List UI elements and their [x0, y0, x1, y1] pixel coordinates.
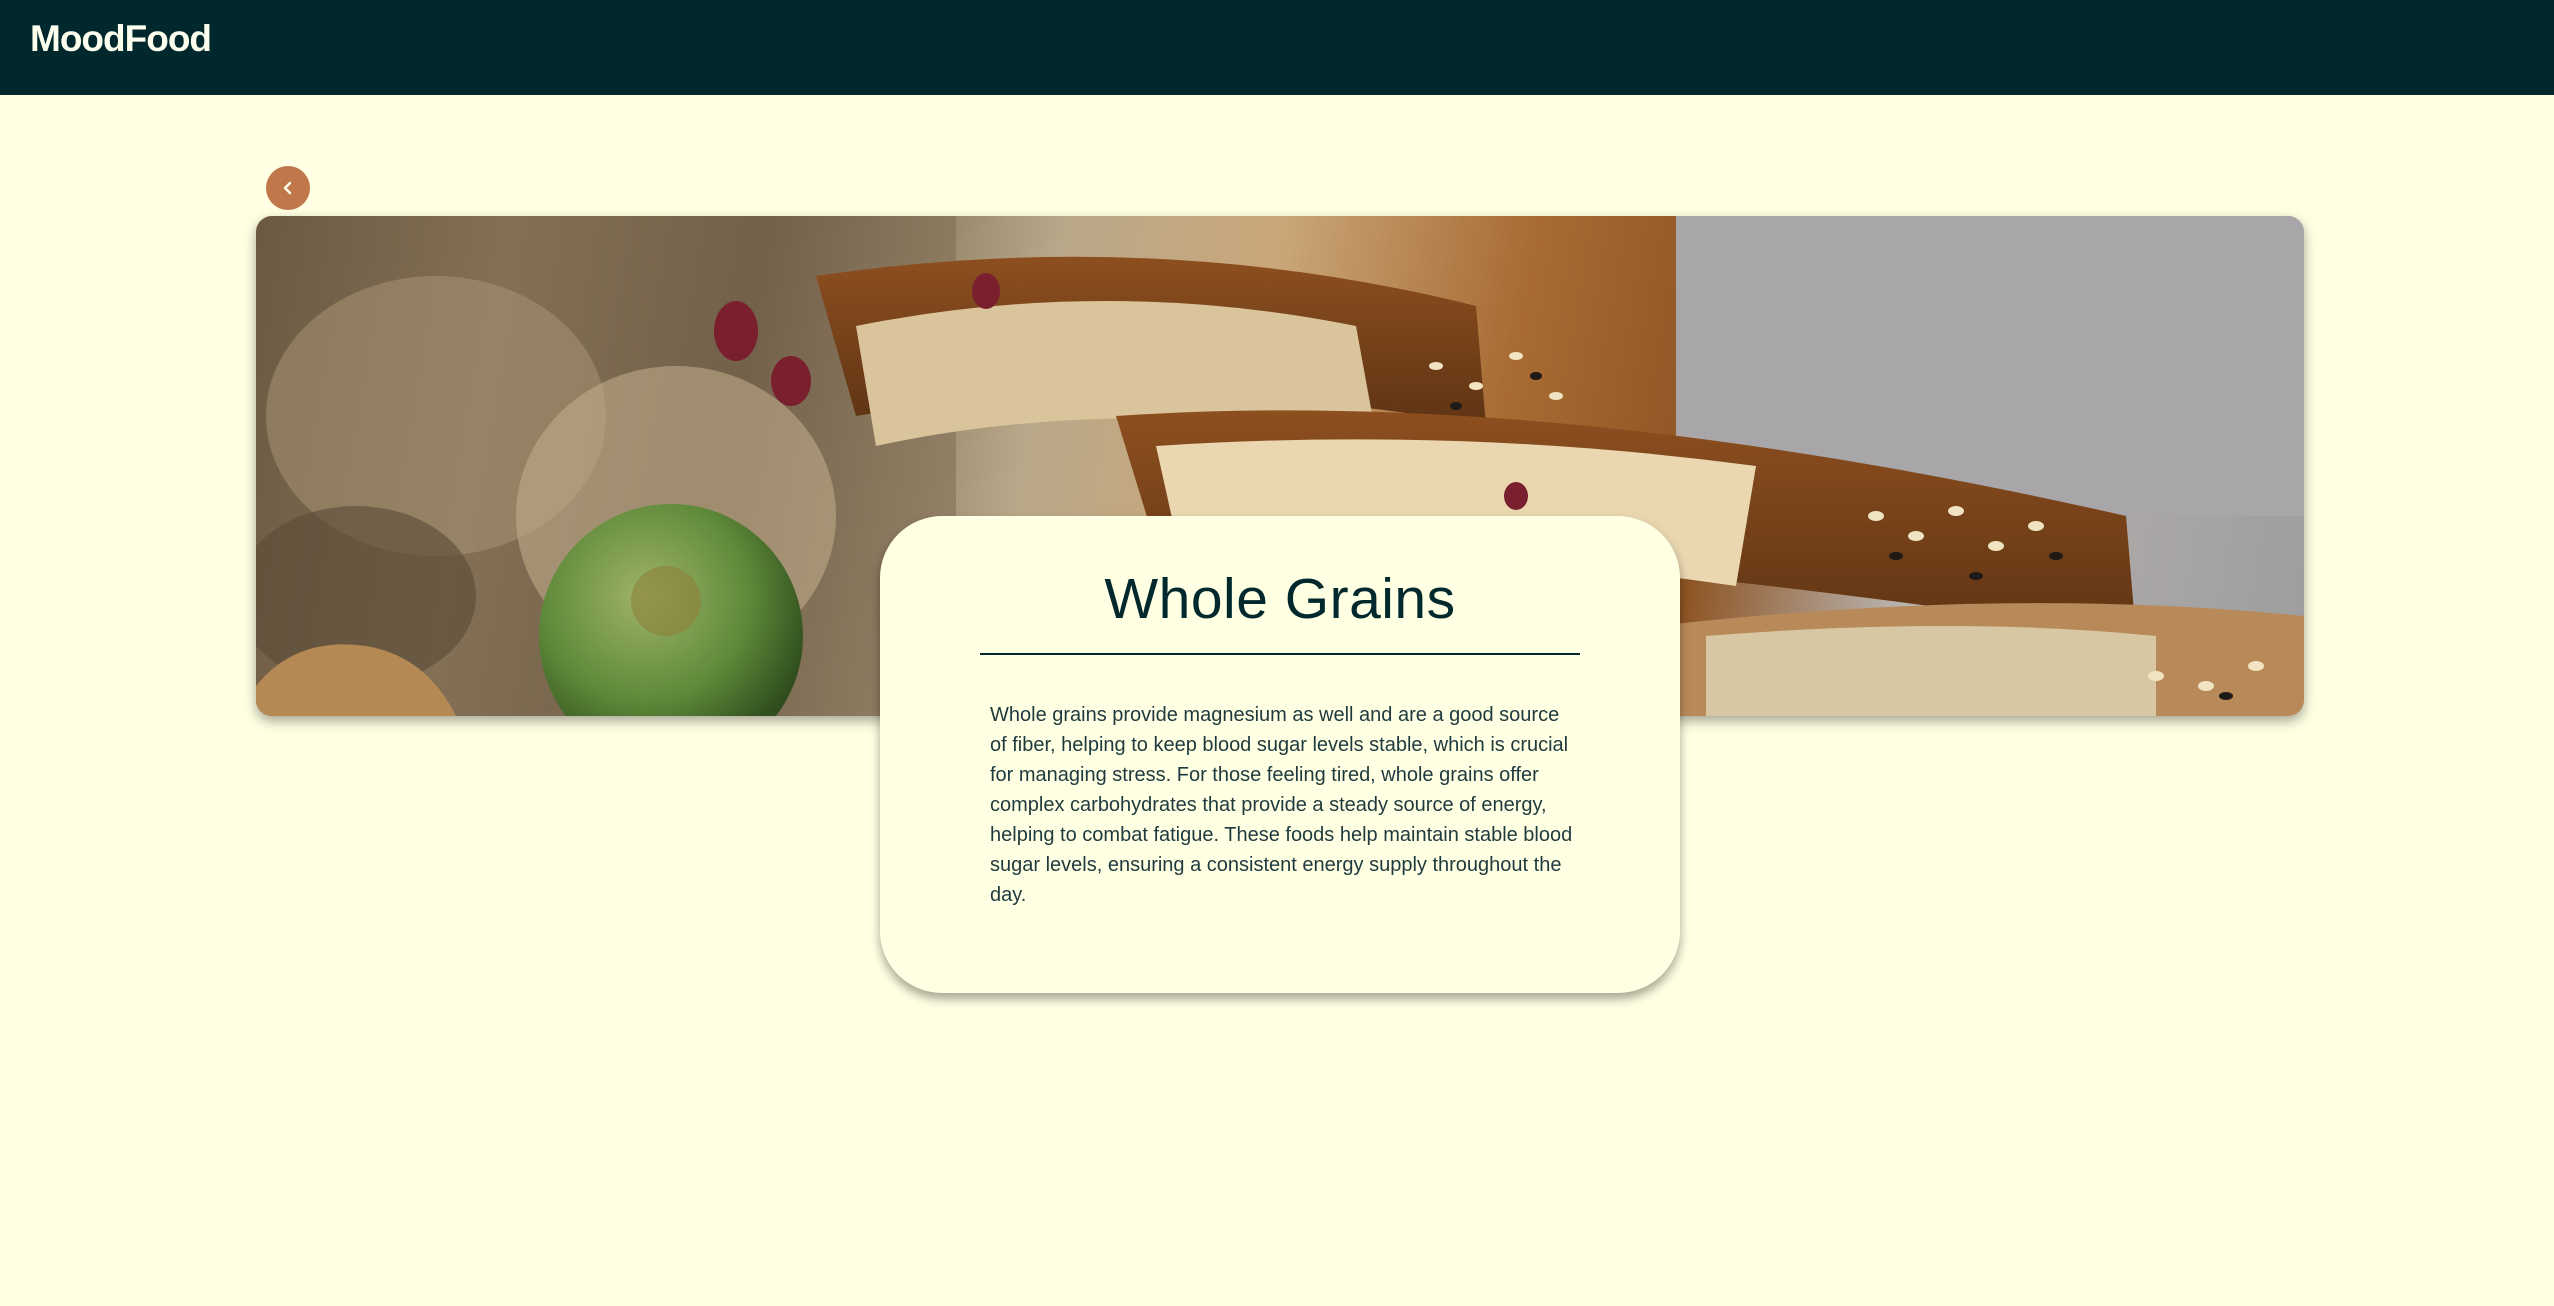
title-divider — [980, 653, 1580, 655]
top-navbar: MoodFood — [0, 0, 2554, 95]
food-info-card: Whole Grains Whole grains provide magnes… — [880, 516, 1680, 993]
back-button[interactable] — [266, 166, 310, 210]
food-title: Whole Grains — [1104, 567, 1456, 631]
food-description: Whole grains provide magnesium as well a… — [990, 704, 1573, 906]
chevron-left-icon — [281, 181, 295, 195]
brand-logo[interactable]: MoodFood — [30, 18, 212, 60]
